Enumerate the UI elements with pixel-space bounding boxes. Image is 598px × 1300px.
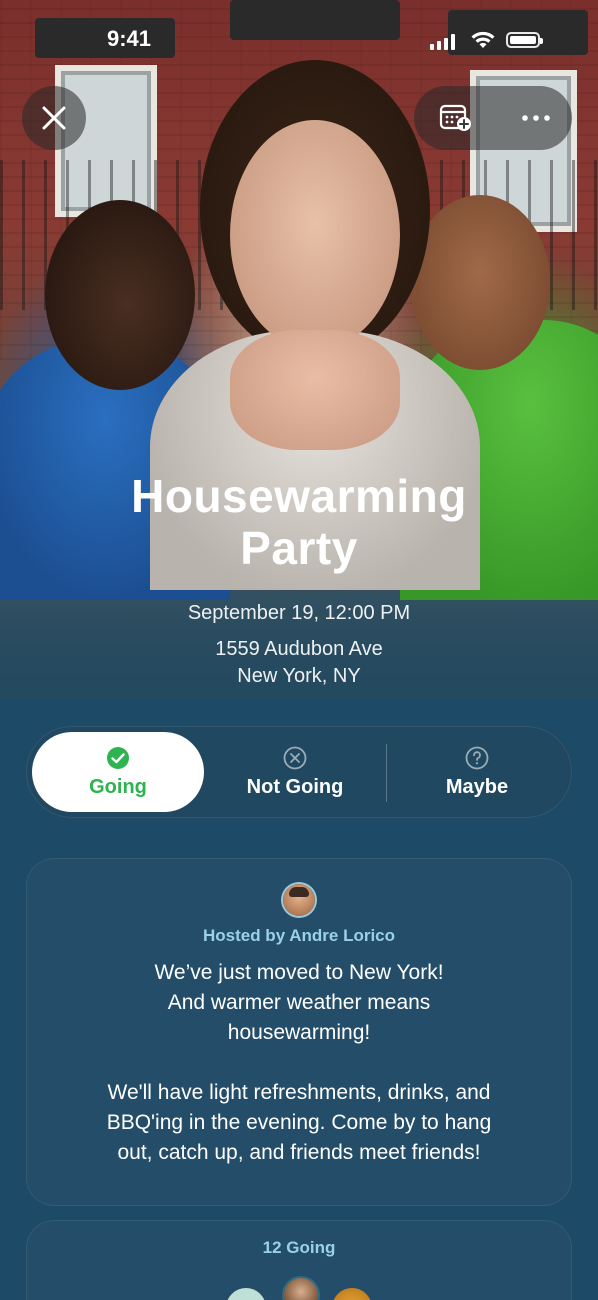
host-avatar[interactable] (283, 884, 315, 916)
rsvp-maybe-option[interactable]: Maybe (388, 732, 566, 812)
description-line: And warmer weather means (167, 991, 431, 1014)
hosted-by-label: Hosted by Andre Lorico (202, 926, 396, 945)
description-line: out, catch up, and friends meet friends! (117, 1141, 481, 1164)
person-right-head (410, 195, 550, 370)
more-options-button[interactable] (514, 100, 558, 136)
description-line: housewarming! (227, 1021, 371, 1044)
event-date: September 19, 12:00 PM (187, 602, 411, 624)
check-circle-icon (107, 746, 129, 769)
attendees-card[interactable]: 12 Going (26, 1220, 572, 1300)
description-line: We’ve just moved to New York! (154, 961, 444, 984)
wifi-icon (471, 31, 495, 48)
status-bar: 9:41 (0, 20, 598, 60)
calendar-add-icon (439, 104, 471, 131)
event-address-line[interactable]: New York, NY (0, 665, 598, 688)
close-icon (42, 106, 66, 130)
rsvp-selector: Going Not Going Maybe (26, 726, 572, 818)
rsvp-maybe-label: Maybe (445, 775, 509, 798)
attendee-avatar (226, 1288, 266, 1300)
rsvp-going-label: Going (89, 775, 147, 798)
description-line: We'll have light refreshments, drinks, a… (107, 1081, 491, 1104)
add-to-calendar-button[interactable] (436, 100, 476, 136)
event-title: Housewarming Party (0, 470, 598, 574)
rsvp-not-going-label: Not Going (246, 775, 344, 798)
cellular-signal-icon (430, 34, 458, 50)
event-description: We’ve just moved to New York! And warmer… (66, 958, 532, 1168)
rsvp-not-going-option[interactable]: Not Going (206, 732, 384, 812)
person-center-head (230, 120, 400, 350)
attendee-avatar (332, 1288, 372, 1300)
attendee-avatar (282, 1276, 320, 1300)
top-actions-pill (414, 86, 572, 150)
host-message-card: Hosted by Andre Lorico We’ve just moved … (26, 858, 572, 1206)
question-circle-icon (465, 746, 489, 769)
description-line: BBQ'ing in the evening. Come by to hang (106, 1111, 492, 1134)
more-icon (522, 115, 550, 121)
x-circle-icon (283, 746, 307, 769)
rsvp-going-option[interactable]: Going (32, 732, 204, 812)
person-center-hands (230, 330, 400, 450)
rsvp-divider (386, 744, 387, 802)
battery-icon (506, 32, 543, 48)
close-button[interactable] (22, 86, 86, 150)
event-title-line: Party (240, 522, 358, 574)
event-invitation-screen: 9:41 Housewarming Party September 19, 12… (0, 0, 598, 1300)
going-count-label: 12 Going (262, 1238, 336, 1257)
event-title-line: Housewarming (131, 470, 467, 522)
event-address-line[interactable]: 1559 Audubon Ave (0, 638, 598, 661)
status-time: 9:41 (107, 26, 152, 51)
person-left-head (45, 200, 195, 390)
